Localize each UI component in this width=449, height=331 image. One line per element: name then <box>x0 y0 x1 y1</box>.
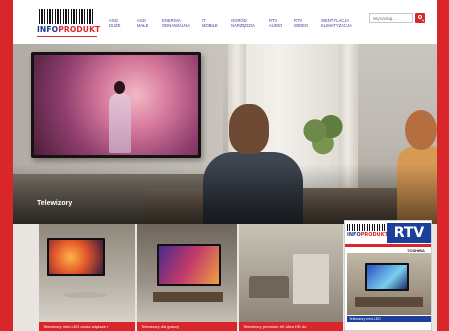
figure-body <box>109 93 131 153</box>
nav-item-energia[interactable]: ENERGIA ODNAWIALNA <box>162 18 202 28</box>
product-image <box>137 224 237 322</box>
magazine-logo: INFOPRODUKT <box>347 232 388 238</box>
site-logo[interactable]: INFOPRODUKT <box>37 9 100 39</box>
nav-item-line: ODNAWIALNA <box>162 23 190 28</box>
nav-item-wentylacja[interactable]: WENTYLACJA KLIMATYZACJA <box>321 18 361 28</box>
tv-icon <box>157 244 221 286</box>
cabinet-shape <box>355 297 423 307</box>
search-box <box>369 13 425 23</box>
cabinet-shape <box>153 292 223 302</box>
magazine-cover-caption: Telewizory mini-LED <box>347 316 431 322</box>
logo-text: INFOPRODUKT <box>37 25 100 34</box>
logo-text-info: INFO <box>37 25 59 34</box>
plant-leaves <box>303 114 343 156</box>
tv-icon <box>365 263 409 291</box>
product-caption: Telewizory mini-LED czasz większe r <box>39 322 135 331</box>
product-image <box>39 224 135 322</box>
nav-item-line: NARZĘDZIA <box>231 23 255 28</box>
hero-banner[interactable]: Telewizory <box>13 44 437 224</box>
main-nav: AGD DUŻE AGD MAŁE ENERGIA ODNAWIALNA IT … <box>109 18 361 28</box>
nav-item-it-mobile[interactable]: IT MOBILE <box>202 18 231 28</box>
product-card[interactable]: Telewizory dla graczy <box>137 224 237 331</box>
nav-item-rtv-audio[interactable]: RTV AUDIO <box>269 18 294 28</box>
nav-item-line: AUDIO <box>269 23 283 28</box>
nav-item-line: MOBILE <box>202 23 218 28</box>
product-card[interactable]: Telewizory premium 4K Ultra HD do <box>239 224 343 331</box>
page-frame: INFOPRODUKT AGD DUŻE AGD MAŁE ENERGIA OD… <box>13 0 437 331</box>
armchair-shape <box>249 276 289 298</box>
table-shape <box>63 292 107 298</box>
magazine-title: RTV <box>387 223 431 243</box>
barcode-icon <box>347 224 385 231</box>
nav-item-line: MAŁE <box>137 23 149 28</box>
logo-text-produkt: PRODUKT <box>58 25 101 34</box>
logo-underline <box>37 36 97 37</box>
tv-screen <box>159 246 219 284</box>
tv-icon <box>47 238 105 276</box>
hero-tv-figure <box>106 81 132 153</box>
section-title[interactable]: Telewizory <box>37 200 72 207</box>
nav-item-rtv-wideo[interactable]: RTV WIDEO <box>294 18 321 28</box>
tv-screen <box>367 265 407 289</box>
site-header: INFOPRODUKT AGD DUŻE AGD MAŁE ENERGIA OD… <box>13 0 437 44</box>
barcode-icon <box>39 9 95 24</box>
figure-head <box>114 81 125 94</box>
search-button[interactable] <box>415 13 425 23</box>
hero-tv <box>31 52 201 158</box>
magazine-logo-info: INFO <box>347 232 361 238</box>
nav-item-line: DUŻE <box>109 23 121 28</box>
product-image <box>239 224 343 322</box>
magazine-cover[interactable]: INFOPRODUKT RTV TOSHIBA Telewizory mini-… <box>344 220 432 331</box>
magazine-logo-produkt: PRODUKT <box>360 232 388 238</box>
nav-item-ogrod[interactable]: OGRÓD NARZĘDZIA <box>231 18 269 28</box>
window-shape <box>293 254 329 304</box>
nav-item-line: KLIMATYZACJA <box>321 23 352 28</box>
person-head <box>405 110 437 150</box>
person-head <box>229 104 269 154</box>
tv-screen <box>49 240 103 274</box>
magazine-cover-image <box>347 253 431 315</box>
search-icon <box>417 15 422 19</box>
nav-item-agd-male[interactable]: AGD MAŁE <box>137 18 162 28</box>
hero-gradient <box>13 164 437 224</box>
hero-tv-screen <box>34 55 198 155</box>
magazine-red-strip <box>345 244 431 247</box>
search-input[interactable] <box>369 13 413 23</box>
nav-item-agd-duze[interactable]: AGD DUŻE <box>109 18 137 28</box>
product-caption: Telewizory premium 4K Ultra HD do <box>239 322 343 331</box>
product-caption: Telewizory dla graczy <box>137 322 237 331</box>
product-card[interactable]: Telewizory mini-LED czasz większe r <box>39 224 135 331</box>
nav-item-line: WIDEO <box>294 23 309 28</box>
